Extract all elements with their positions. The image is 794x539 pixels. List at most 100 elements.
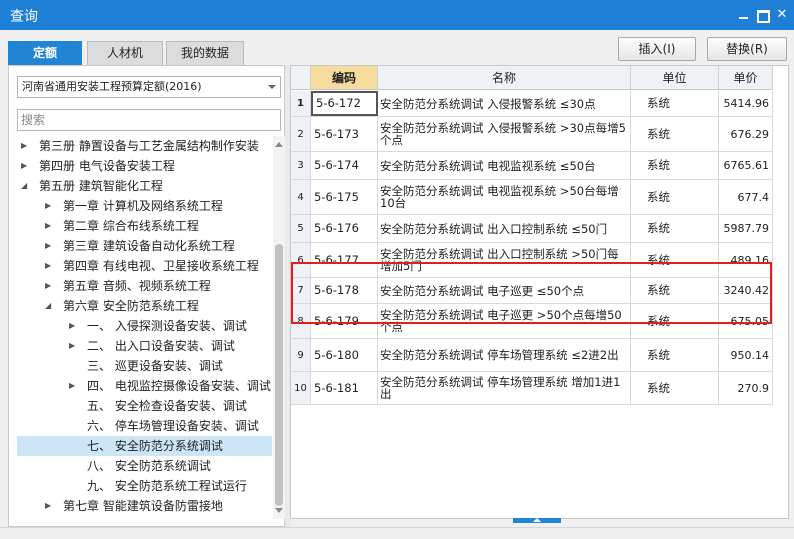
collapsed-icon[interactable]: ▶ [69,336,75,356]
collapsed-icon[interactable]: ▶ [69,316,75,336]
name-cell[interactable]: 安全防范分系统调试 出入口控制系统 >50门每增加5门 [378,243,631,277]
code-cell[interactable]: 5-6-175 [311,180,378,214]
close-icon[interactable]: ✕ [772,5,792,25]
replace-button[interactable]: 替换(R) [707,37,787,61]
panel-collapse-handle[interactable] [513,518,561,523]
name-cell[interactable]: 安全防范分系统调试 入侵报警系统 >30点每增5个点 [378,117,631,151]
table-row[interactable]: 7 5-6-178 安全防范分系统调试 电子巡更 ≤50个点 系统 3240.42 [291,278,773,304]
tab-quota[interactable]: 定额 [8,41,82,65]
scroll-thumb[interactable] [275,244,283,506]
collapsed-icon[interactable]: ▶ [21,156,27,176]
unit-cell[interactable]: 系统 [631,152,719,179]
collapsed-icon[interactable]: ▶ [21,136,27,156]
price-cell[interactable]: 3240.42 [719,278,773,303]
code-cell[interactable]: 5-6-176 [311,215,378,242]
tree-item[interactable]: 九、 安全防范系统工程试运行 [17,476,272,496]
code-cell[interactable]: 5-6-177 [311,243,378,277]
price-cell[interactable]: 676.29 [719,117,773,151]
price-cell[interactable]: 6765.61 [719,152,773,179]
price-cell[interactable]: 270.9 [719,372,773,404]
tree-item[interactable]: ▶ 二、 出入口设备安装、调试 [17,336,272,356]
name-cell[interactable]: 安全防范分系统调试 电视监视系统 ≤50台 [378,152,631,179]
name-cell[interactable]: 安全防范分系统调试 出入口控制系统 ≤50门 [378,215,631,242]
maximize-icon[interactable] [752,5,772,25]
name-cell[interactable]: 安全防范分系统调试 电子巡更 ≤50个点 [378,278,631,303]
table-row[interactable]: 1 5-6-172 安全防范分系统调试 入侵报警系统 ≤30点 系统 5414.96 [291,91,773,117]
column-header-unit[interactable]: 单位 [631,66,719,90]
quota-book-select[interactable]: 河南省通用安装工程预算定额(2016) [17,76,281,98]
tree-item[interactable]: ▶ 一、 入侵探测设备安装、调试 [17,316,272,336]
tree-item[interactable]: ▶ 第一章 计算机及网络系统工程 [17,196,272,216]
code-cell[interactable]: 5-6-173 [311,117,378,151]
tree-item[interactable]: 六、 停车场管理设备安装、调试 [17,416,272,436]
tree-item[interactable]: 五、 安全检查设备安装、调试 [17,396,272,416]
name-cell[interactable]: 安全防范分系统调试 停车场管理系统 增加1进1出 [378,372,631,404]
minimize-icon[interactable] [734,5,754,25]
expanded-icon[interactable]: ◢ [21,176,27,196]
name-cell[interactable]: 安全防范分系统调试 电视监视系统 >50台每增10台 [378,180,631,214]
tree-item[interactable]: ▶ 第八章 补充定额 [17,516,272,519]
table-row[interactable]: 10 5-6-181 安全防范分系统调试 停车场管理系统 增加1进1出 系统 270.9 [291,372,773,405]
insert-button[interactable]: 插入(I) [618,37,696,61]
tab-labor-material-machine[interactable]: 人材机 [87,41,163,65]
collapsed-icon[interactable]: ▶ [45,496,51,516]
column-header-name[interactable]: 名称 [378,66,631,90]
price-cell[interactable]: 5414.96 [719,91,773,116]
collapsed-icon[interactable]: ▶ [45,516,51,519]
name-cell[interactable]: 安全防范分系统调试 停车场管理系统 ≤2进2出 [378,339,631,371]
unit-cell[interactable]: 系统 [631,372,719,404]
tree-item[interactable]: ▶ 第四章 有线电视、卫星接收系统工程 [17,256,272,276]
tree-item[interactable]: ▶ 四、 电视监控摄像设备安装、调试 [17,376,272,396]
name-cell[interactable]: 安全防范分系统调试 电子巡更 >50个点每增50个点 [378,304,631,338]
table-row[interactable]: 4 5-6-175 安全防范分系统调试 电视监视系统 >50台每增10台 系统 677.… [291,180,773,215]
code-cell[interactable]: 5-6-180 [311,339,378,371]
tree-scrollbar[interactable] [273,136,285,519]
tree-item[interactable]: 七、 安全防范分系统调试 [17,436,272,456]
code-cell[interactable]: 5-6-174 [311,152,378,179]
tree-item[interactable]: ◢ 第五册 建筑智能化工程 [17,176,272,196]
unit-cell[interactable]: 系统 [631,243,719,277]
chevron-down-icon[interactable] [268,85,276,89]
tree-item[interactable]: ◢ 第六章 安全防范系统工程 [17,296,272,316]
price-cell[interactable]: 677.4 [719,180,773,214]
unit-cell[interactable]: 系统 [631,304,719,338]
price-cell[interactable]: 489.16 [719,243,773,277]
tree-item[interactable]: ▶ 第三章 建筑设备自动化系统工程 [17,236,272,256]
collapsed-icon[interactable]: ▶ [69,376,75,396]
table-row[interactable]: 6 5-6-177 安全防范分系统调试 出入口控制系统 >50门每增加5门 系统 489… [291,243,773,278]
tree-item[interactable]: ▶ 第七章 智能建筑设备防雷接地 [17,496,272,516]
price-cell[interactable]: 675.05 [719,304,773,338]
collapsed-icon[interactable]: ▶ [45,276,51,296]
price-cell[interactable]: 950.14 [719,339,773,371]
price-cell[interactable]: 5987.79 [719,215,773,242]
collapsed-icon[interactable]: ▶ [45,256,51,276]
code-cell[interactable]: 5-6-181 [311,372,378,404]
search-input[interactable] [17,109,281,131]
tab-my-data[interactable]: 我的数据 [166,41,244,65]
code-cell[interactable]: 5-6-178 [311,278,378,303]
table-row[interactable]: 2 5-6-173 安全防范分系统调试 入侵报警系统 >30点每增5个点 系统 676.… [291,117,773,152]
code-cell[interactable]: 5-6-172 [311,91,378,116]
tree-item[interactable]: ▶ 第二章 综合布线系统工程 [17,216,272,236]
collapsed-icon[interactable]: ▶ [45,236,51,256]
unit-cell[interactable]: 系统 [631,278,719,303]
collapsed-icon[interactable]: ▶ [45,196,51,216]
scroll-down-icon[interactable] [275,508,283,513]
table-row[interactable]: 5 5-6-176 安全防范分系统调试 出入口控制系统 ≤50门 系统 5987.79 [291,215,773,243]
tree-item[interactable]: ▶ 第三册 静置设备与工艺金属结构制作安装 [17,136,272,156]
unit-cell[interactable]: 系统 [631,117,719,151]
unit-cell[interactable]: 系统 [631,339,719,371]
tree-item[interactable]: ▶ 第五章 音频、视频系统工程 [17,276,272,296]
scroll-up-icon[interactable] [275,142,283,147]
code-cell[interactable]: 5-6-179 [311,304,378,338]
table-row[interactable]: 9 5-6-180 安全防范分系统调试 停车场管理系统 ≤2进2出 系统 950.14 [291,339,773,372]
table-row[interactable]: 3 5-6-174 安全防范分系统调试 电视监视系统 ≤50台 系统 6765.61 [291,152,773,180]
column-header-code[interactable]: 编码 [311,66,378,90]
name-cell[interactable]: 安全防范分系统调试 入侵报警系统 ≤30点 [378,91,631,116]
table-row[interactable]: 8 5-6-179 安全防范分系统调试 电子巡更 >50个点每增50个点 系统 675.… [291,304,773,339]
tree-item[interactable]: 三、 巡更设备安装、调试 [17,356,272,376]
tree-item[interactable]: ▶ 第四册 电气设备安装工程 [17,156,272,176]
expanded-icon[interactable]: ◢ [45,296,51,316]
unit-cell[interactable]: 系统 [631,91,719,116]
collapsed-icon[interactable]: ▶ [45,216,51,236]
